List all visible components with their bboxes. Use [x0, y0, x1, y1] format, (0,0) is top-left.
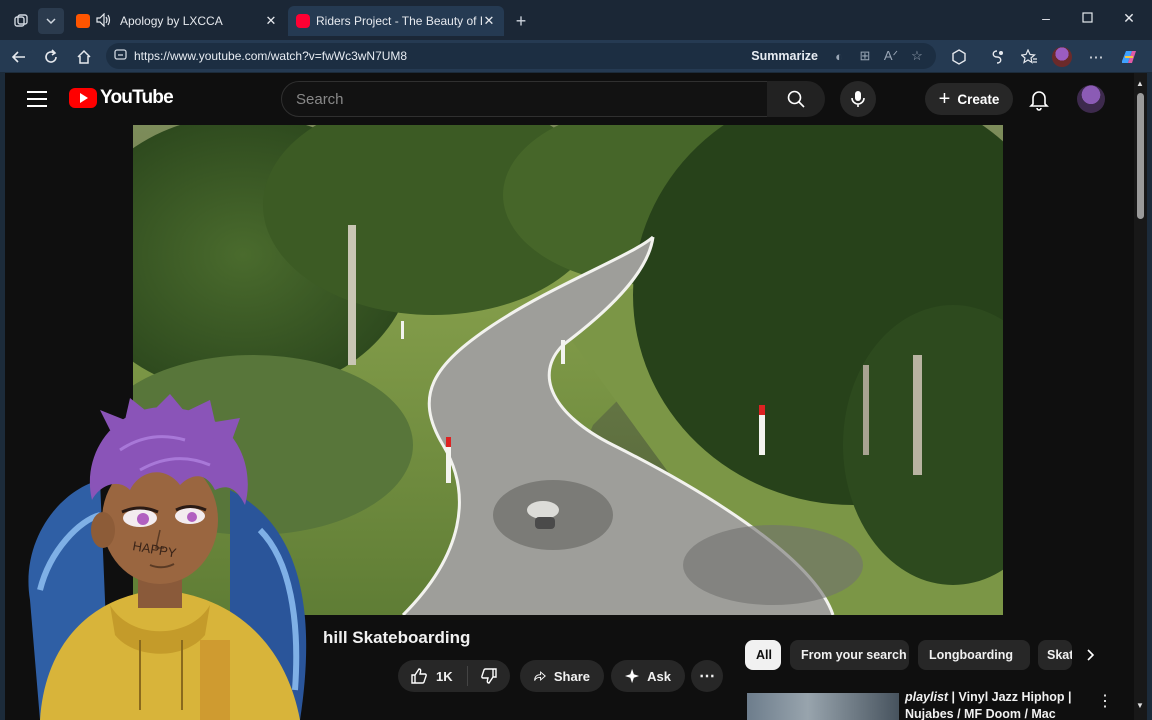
- chip-label: All: [756, 648, 772, 662]
- recommendation-title[interactable]: playlist | Vinyl Jazz Hiphop | Nujabes /…: [905, 689, 1085, 720]
- microphone-icon: [851, 91, 865, 107]
- url-text[interactable]: https://www.youtube.com/watch?v=fwWc3wN7…: [134, 49, 751, 63]
- chip-all[interactable]: All: [745, 640, 781, 670]
- guide-menu-icon[interactable]: [27, 91, 47, 107]
- thumbs-down-icon: [481, 668, 497, 684]
- app-available-icon[interactable]: ⊞: [852, 48, 878, 64]
- chip-label: Longboarding: [929, 648, 1014, 662]
- streamer-avatar-overlay: HAPPY: [0, 390, 340, 720]
- youtube-favicon-icon: [296, 14, 310, 28]
- copilot-icon[interactable]: [1118, 46, 1140, 68]
- sparkle-icon: [625, 668, 640, 684]
- profile-avatar-icon[interactable]: [1051, 46, 1073, 68]
- read-aloud-icon[interactable]: Aᐟ: [878, 48, 904, 64]
- settings-more-icon[interactable]: ⋯: [1085, 46, 1107, 68]
- favorite-star-icon[interactable]: ☆: [904, 48, 930, 64]
- more-horizontal-icon: ⋯: [699, 668, 715, 685]
- tab-youtube-active[interactable]: Riders Project - The Beauty of Do ✕: [288, 6, 504, 36]
- chips-next-chevron-icon[interactable]: [1082, 646, 1100, 664]
- tab-actions-chevron-icon[interactable]: [38, 8, 64, 34]
- recommendation-thumbnail[interactable]: [747, 693, 899, 720]
- site-info-icon[interactable]: [106, 48, 134, 64]
- scroll-thumb[interactable]: [1137, 93, 1144, 219]
- copilot-summarize-icon[interactable]: ◐: [826, 49, 852, 64]
- extensions-icon[interactable]: [948, 46, 970, 68]
- tab-title: Apology by LXCCA: [120, 14, 223, 28]
- chip-label: Skat: [1047, 648, 1072, 662]
- page-scrollbar[interactable]: ▲ ▼: [1134, 73, 1147, 720]
- search-placeholder: Search: [296, 90, 344, 108]
- scroll-down-arrow-icon[interactable]: ▼: [1136, 701, 1144, 710]
- plus-icon: +: [938, 88, 951, 110]
- recommendation-more-icon[interactable]: ⋮: [1097, 691, 1113, 711]
- like-count: 1K: [436, 668, 453, 684]
- address-bar[interactable]: https://www.youtube.com/watch?v=fwWc3wN7…: [106, 43, 936, 69]
- close-tab-icon[interactable]: ✕: [264, 13, 278, 29]
- more-actions-button[interactable]: ⋯: [691, 660, 723, 692]
- voice-search-button[interactable]: [840, 81, 876, 117]
- close-tab-icon[interactable]: ✕: [482, 13, 496, 29]
- create-label: Create: [957, 91, 1000, 107]
- browser-essentials-icon[interactable]: [986, 46, 1008, 68]
- close-window-icon[interactable]: ✕: [1119, 10, 1139, 27]
- chip-label: From your search: [801, 648, 907, 662]
- maximize-icon[interactable]: [1077, 10, 1097, 26]
- recommendation-title-italic: playlist: [905, 690, 949, 704]
- scroll-up-arrow-icon[interactable]: ▲: [1136, 79, 1144, 88]
- speaker-icon[interactable]: [96, 12, 114, 30]
- tab-soundcloud[interactable]: Apology by LXCCA ✕: [68, 6, 286, 36]
- chip-longboarding[interactable]: Longboarding: [918, 640, 1030, 670]
- youtube-logo-text: YouTube: [100, 87, 174, 108]
- youtube-play-icon: [69, 88, 97, 108]
- workspaces-icon[interactable]: [8, 8, 34, 34]
- browser-toolbar: https://www.youtube.com/watch?v=fwWc3wN7…: [0, 40, 1152, 72]
- tab-title: Riders Project - The Beauty of Do: [316, 14, 482, 28]
- chip-from-your-search[interactable]: From your search: [790, 640, 909, 670]
- favorites-icon[interactable]: [1018, 46, 1040, 68]
- thumbs-up-icon: [411, 668, 427, 684]
- chip-skateboarding[interactable]: Skat: [1038, 640, 1072, 670]
- ask-label: Ask: [647, 668, 671, 684]
- new-tab-icon[interactable]: +: [508, 8, 534, 34]
- search-icon: [787, 90, 805, 108]
- home-icon[interactable]: [73, 46, 95, 68]
- share-button[interactable]: Share: [520, 660, 604, 692]
- browser-tab-strip: Apology by LXCCA ✕ Riders Project - The …: [0, 0, 1152, 40]
- share-label: Share: [553, 668, 590, 684]
- notifications-bell-icon[interactable]: [1027, 87, 1051, 111]
- reload-icon[interactable]: [40, 46, 62, 68]
- back-icon[interactable]: [8, 46, 30, 68]
- like-button[interactable]: 1K: [398, 666, 468, 686]
- soundcloud-favicon-icon: [76, 14, 90, 28]
- like-dislike-group: 1K: [398, 660, 510, 692]
- search-input[interactable]: Search: [281, 81, 768, 117]
- share-icon: [534, 671, 546, 681]
- screen: Apology by LXCCA ✕ Riders Project - The …: [0, 0, 1152, 720]
- create-button[interactable]: + Create: [925, 83, 1013, 115]
- youtube-logo[interactable]: YouTube: [69, 87, 174, 109]
- video-title: hill Skateboarding: [323, 628, 471, 647]
- ask-button[interactable]: Ask: [611, 660, 685, 692]
- minimize-icon[interactable]: –: [1036, 10, 1056, 26]
- account-avatar[interactable]: [1077, 85, 1105, 113]
- dislike-button[interactable]: [468, 667, 510, 685]
- summarize-button[interactable]: Summarize: [751, 49, 818, 63]
- search-button[interactable]: [767, 81, 825, 117]
